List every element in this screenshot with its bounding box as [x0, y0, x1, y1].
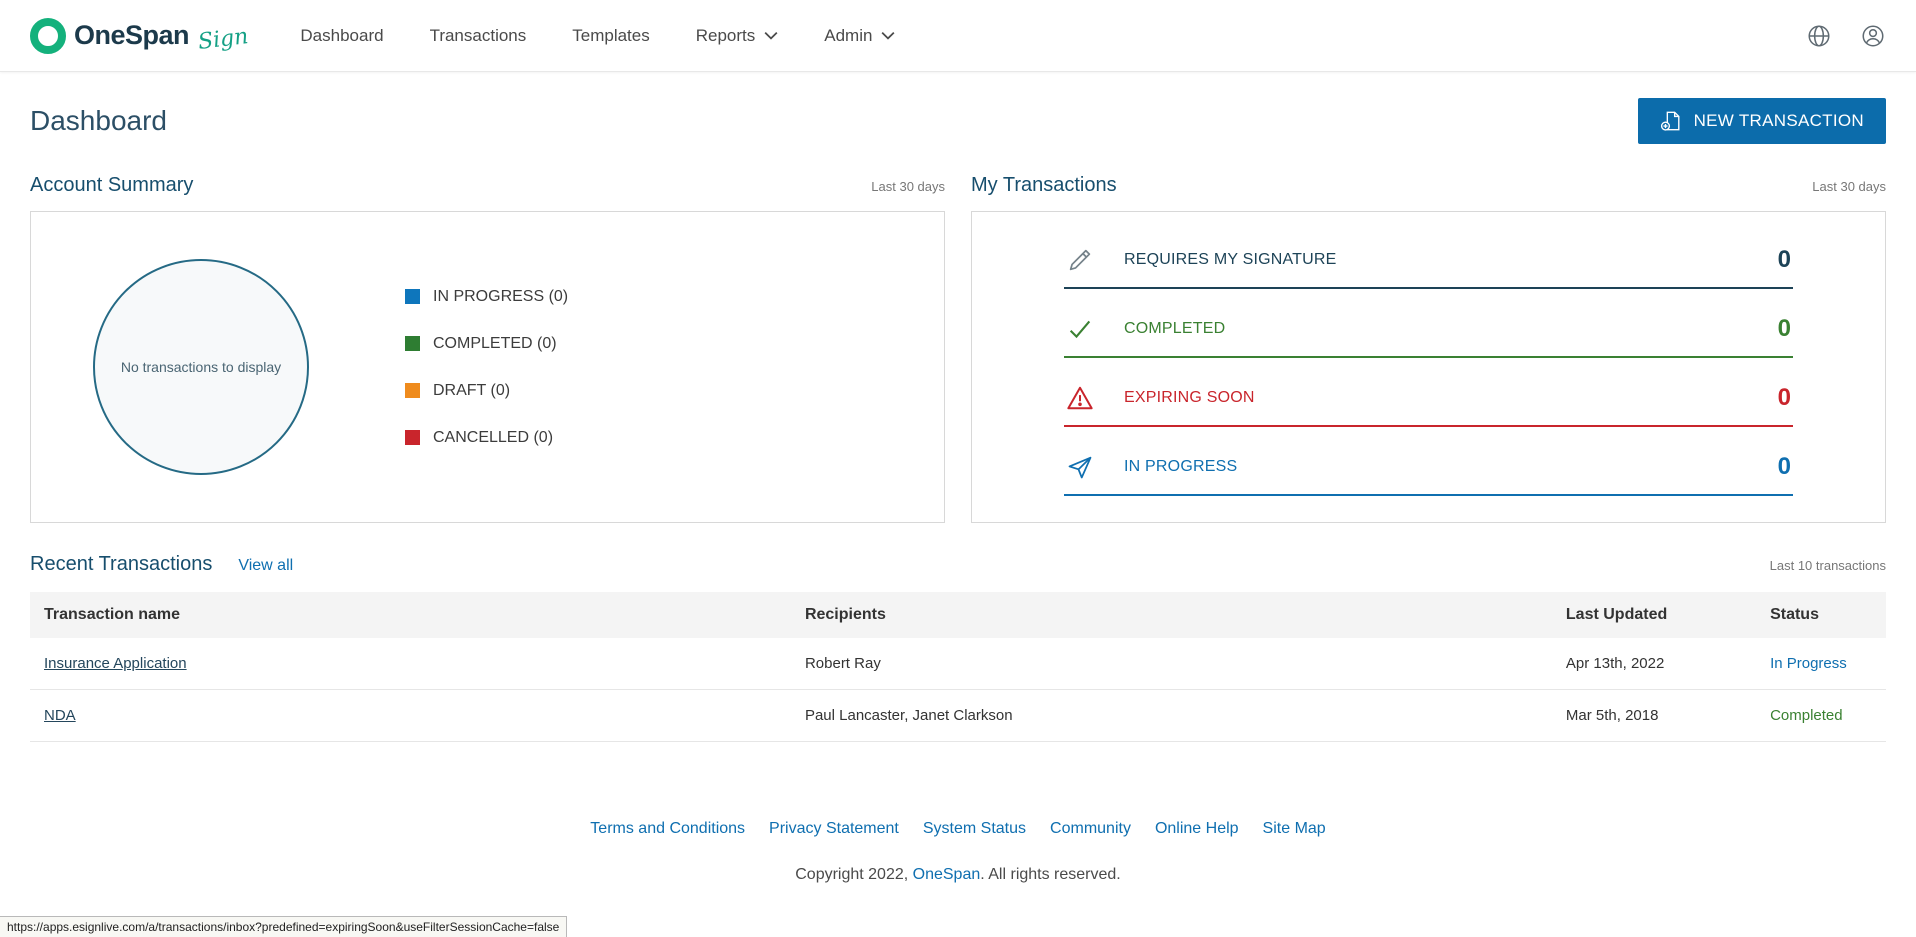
brand-name: OneSpan: [74, 20, 189, 51]
recipients-cell: Paul Lancaster, Janet Clarkson: [791, 690, 1552, 742]
warning-icon: [1066, 384, 1094, 412]
legend-item-cancelled: CANCELLED (0): [405, 429, 568, 447]
new-transaction-button[interactable]: NEW TRANSACTION: [1638, 98, 1886, 144]
last-updated-cell: Mar 5th, 2018: [1552, 690, 1756, 742]
top-navbar: OneSpan Sign Dashboard Transactions Temp…: [0, 0, 1916, 72]
footer-link-privacy[interactable]: Privacy Statement: [769, 820, 899, 838]
nav-dashboard[interactable]: Dashboard: [300, 26, 383, 46]
nav-admin-label: Admin: [824, 26, 872, 46]
column-header-transaction-name: Transaction name: [30, 592, 791, 638]
navbar-right: [1806, 23, 1886, 49]
row-count: 0: [1778, 246, 1791, 274]
nav-templates[interactable]: Templates: [572, 26, 649, 46]
my-transactions-row-completed[interactable]: COMPLETED 0: [1064, 307, 1793, 358]
main-nav: Dashboard Transactions Templates Reports…: [300, 26, 895, 46]
my-transactions-title: My Transactions: [971, 174, 1117, 197]
brand-script: Sign: [197, 24, 250, 55]
my-transactions-card: REQUIRES MY SIGNATURE 0 COMPLETED 0 EXPI…: [971, 211, 1886, 523]
legend-swatch-draft: [405, 383, 420, 398]
status-cell: In Progress: [1756, 638, 1886, 690]
legend-label: IN PROGRESS (0): [433, 288, 568, 306]
row-count: 0: [1778, 315, 1791, 343]
column-header-status: Status: [1756, 592, 1886, 638]
status-cell: Completed: [1756, 690, 1886, 742]
last-updated-cell: Apr 13th, 2022: [1552, 638, 1756, 690]
footer-link-community[interactable]: Community: [1050, 820, 1131, 838]
account-summary-card: No transactions to display IN PROGRESS (…: [30, 211, 945, 523]
chevron-down-icon: [881, 31, 895, 40]
footer-link-online-help[interactable]: Online Help: [1155, 820, 1239, 838]
my-transactions-row-requires-signature[interactable]: REQUIRES MY SIGNATURE 0: [1064, 238, 1793, 289]
donut-chart: No transactions to display: [93, 259, 309, 475]
page-footer: Terms and Conditions Privacy Statement S…: [0, 820, 1916, 884]
my-transactions-section: My Transactions Last 30 days REQUIRES MY…: [971, 172, 1886, 523]
donut-empty-text: No transactions to display: [119, 359, 283, 375]
document-plus-icon: [1660, 110, 1682, 132]
table-row[interactable]: Insurance Application Robert Ray Apr 13t…: [30, 638, 1886, 690]
row-label: IN PROGRESS: [1124, 458, 1237, 476]
account-summary-section: Account Summary Last 30 days No transact…: [30, 172, 945, 523]
nav-reports[interactable]: Reports: [696, 26, 779, 46]
legend-swatch-in-progress: [405, 289, 420, 304]
footer-link-system-status[interactable]: System Status: [923, 820, 1026, 838]
copyright: Copyright 2022, OneSpan. All rights rese…: [0, 866, 1916, 884]
nav-admin[interactable]: Admin: [824, 26, 895, 46]
table-header-row: Transaction name Recipients Last Updated…: [30, 592, 1886, 638]
paper-plane-icon: [1066, 453, 1094, 481]
footer-links: Terms and Conditions Privacy Statement S…: [0, 820, 1916, 838]
recent-transactions-table: Transaction name Recipients Last Updated…: [30, 592, 1886, 742]
legend-item-in-progress: IN PROGRESS (0): [405, 288, 568, 306]
my-transactions-period: Last 30 days: [1812, 179, 1886, 194]
view-all-link[interactable]: View all: [238, 557, 293, 575]
chart-legend: IN PROGRESS (0) COMPLETED (0) DRAFT (0) …: [405, 288, 568, 447]
transaction-name-link[interactable]: NDA: [44, 707, 76, 724]
row-count: 0: [1778, 453, 1791, 481]
legend-swatch-cancelled: [405, 430, 420, 445]
transaction-name-link[interactable]: Insurance Application: [44, 655, 187, 672]
recipients-cell: Robert Ray: [791, 638, 1552, 690]
footer-link-terms[interactable]: Terms and Conditions: [590, 820, 745, 838]
check-icon: [1066, 315, 1094, 343]
nav-transactions[interactable]: Transactions: [430, 26, 527, 46]
legend-swatch-completed: [405, 336, 420, 351]
page-title: Dashboard: [30, 105, 167, 137]
copyright-suffix: . All rights reserved.: [980, 866, 1121, 883]
browser-status-bar: https://apps.esignlive.com/a/transaction…: [0, 916, 567, 937]
row-label: COMPLETED: [1124, 320, 1225, 338]
my-transactions-row-expiring-soon[interactable]: EXPIRING SOON 0: [1064, 376, 1793, 427]
user-account-icon[interactable]: [1860, 23, 1886, 49]
my-transactions-row-in-progress[interactable]: IN PROGRESS 0: [1064, 445, 1793, 496]
row-count: 0: [1778, 384, 1791, 412]
onespan-logo-icon: [30, 18, 66, 54]
row-label: REQUIRES MY SIGNATURE: [1124, 251, 1337, 269]
legend-item-completed: COMPLETED (0): [405, 335, 568, 353]
account-summary-period: Last 30 days: [871, 179, 945, 194]
copyright-onespan-link[interactable]: OneSpan: [913, 866, 981, 883]
footer-link-site-map[interactable]: Site Map: [1263, 820, 1326, 838]
recent-transactions-section: Recent Transactions View all Last 10 tra…: [0, 523, 1916, 742]
globe-icon[interactable]: [1806, 23, 1832, 49]
column-header-last-updated: Last Updated: [1552, 592, 1756, 638]
legend-label: DRAFT (0): [433, 382, 510, 400]
copyright-prefix: Copyright 2022,: [795, 866, 912, 883]
row-label: EXPIRING SOON: [1124, 389, 1255, 407]
recent-transactions-period: Last 10 transactions: [1770, 558, 1886, 573]
new-transaction-label: NEW TRANSACTION: [1694, 111, 1864, 131]
page-header: Dashboard NEW TRANSACTION: [0, 72, 1916, 172]
column-header-recipients: Recipients: [791, 592, 1552, 638]
account-summary-title: Account Summary: [30, 174, 193, 197]
table-row[interactable]: NDA Paul Lancaster, Janet Clarkson Mar 5…: [30, 690, 1886, 742]
recent-transactions-title: Recent Transactions: [30, 553, 212, 576]
pencil-icon: [1066, 246, 1094, 274]
legend-label: COMPLETED (0): [433, 335, 557, 353]
onespan-logo[interactable]: OneSpan Sign: [30, 18, 248, 54]
legend-label: CANCELLED (0): [433, 429, 553, 447]
nav-reports-label: Reports: [696, 26, 756, 46]
legend-item-draft: DRAFT (0): [405, 382, 568, 400]
chevron-down-icon: [764, 31, 778, 40]
